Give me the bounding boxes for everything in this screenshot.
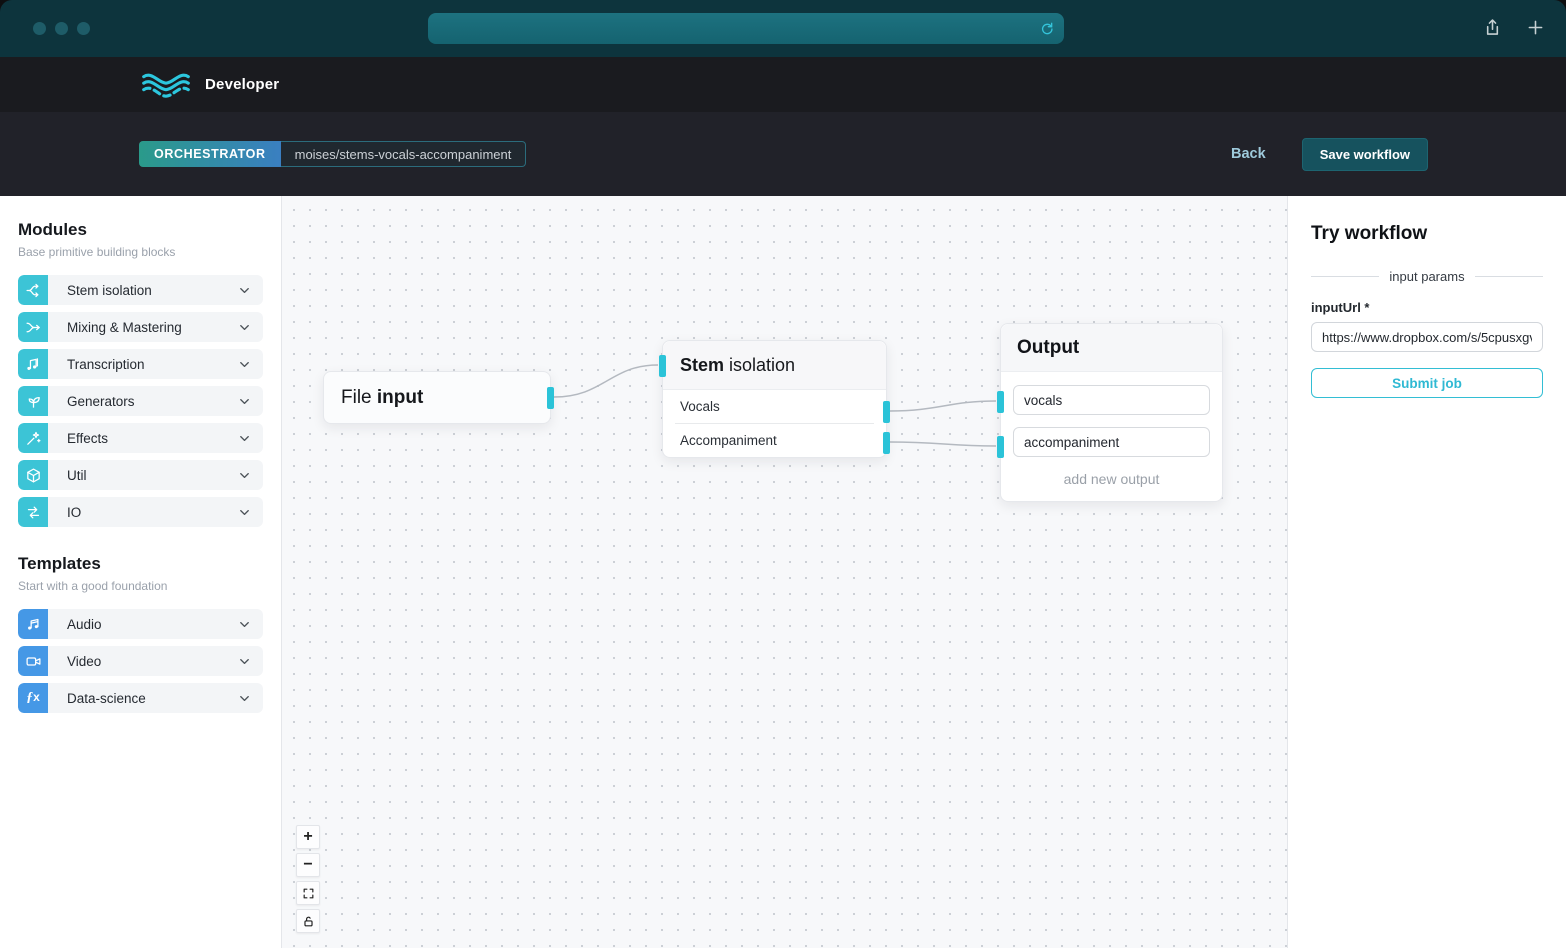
browser-window: Developer ORCHESTRATOR moises/stems-voca…: [0, 0, 1566, 948]
sidebar-item-effects[interactable]: Effects: [18, 423, 263, 453]
node-file-input[interactable]: File input: [323, 371, 551, 424]
orchestrator-badge: ORCHESTRATOR: [139, 141, 281, 167]
chevron-down-icon: [237, 320, 252, 335]
try-workflow-heading: Try workflow: [1311, 223, 1543, 245]
node-stem-isolation[interactable]: Stem isolation Vocals Accompaniment: [662, 340, 887, 458]
sidebar-item-data-science[interactable]: ƒx Data-science: [18, 683, 263, 713]
sidebar-item-mixing-mastering[interactable]: Mixing & Mastering: [18, 312, 263, 342]
function-icon: ƒx: [18, 683, 48, 713]
output-accompaniment-input-handle[interactable]: [997, 436, 1004, 458]
chevron-down-icon: [237, 505, 252, 520]
output-name-field-vocals[interactable]: [1013, 385, 1210, 415]
chevron-down-icon: [237, 468, 252, 483]
chevron-down-icon: [237, 394, 252, 409]
minimize-window-button[interactable]: [55, 22, 68, 35]
stem-accompaniment-output-handle[interactable]: [883, 432, 890, 454]
chevron-down-icon: [237, 283, 252, 298]
output-name-field-accompaniment[interactable]: [1013, 427, 1210, 457]
chevron-down-icon: [237, 431, 252, 446]
share-icon[interactable]: [1482, 17, 1503, 38]
moises-logo-icon: [140, 68, 192, 102]
refresh-icon[interactable]: [1039, 21, 1055, 37]
sidebar-item-stem-isolation[interactable]: Stem isolation: [18, 275, 263, 305]
inputurl-field[interactable]: [1311, 322, 1543, 352]
transfer-arrows-icon: [18, 497, 48, 527]
unlock-icon: [302, 915, 315, 928]
stem-vocals-output-handle[interactable]: [883, 401, 890, 423]
stem-output-vocals: Vocals: [663, 390, 886, 423]
sidebar-item-transcription[interactable]: Transcription: [18, 349, 263, 379]
workflow-canvas[interactable]: File input Stem isolation Vocals Accompa…: [282, 196, 1287, 948]
cube-icon: [18, 460, 48, 490]
sidebar-item-io[interactable]: IO: [18, 497, 263, 527]
stem-input-handle[interactable]: [659, 355, 666, 377]
music-note-icon: [18, 609, 48, 639]
chevron-down-icon: [237, 691, 252, 706]
workflow-chip: ORCHESTRATOR moises/stems-vocals-accompa…: [139, 141, 526, 167]
chevron-down-icon: [237, 617, 252, 632]
output-vocals-input-handle[interactable]: [997, 391, 1004, 413]
templates-heading: Templates: [18, 554, 263, 574]
back-link[interactable]: Back: [1231, 146, 1266, 162]
fit-view-button[interactable]: [296, 881, 320, 905]
inputurl-label: inputUrl *: [1311, 300, 1543, 315]
modules-sidebar: Modules Base primitive building blocks S…: [0, 196, 282, 948]
app-header: Developer: [0, 57, 1566, 112]
browser-chrome: [0, 0, 1566, 57]
chevron-down-icon: [237, 654, 252, 669]
sidebar-item-video[interactable]: Video: [18, 646, 263, 676]
workflow-edges: [282, 196, 1287, 948]
canvas-controls: + −: [296, 825, 320, 933]
merge-icon: [18, 312, 48, 342]
fit-view-icon: [302, 887, 315, 900]
close-window-button[interactable]: [33, 22, 46, 35]
workflow-name[interactable]: moises/stems-vocals-accompaniment: [281, 141, 527, 167]
node-file-input-title: File input: [341, 387, 423, 409]
add-new-output-button[interactable]: add new output: [1013, 469, 1210, 499]
modules-heading: Modules: [18, 220, 263, 240]
window-controls: [33, 22, 90, 35]
file-input-output-handle[interactable]: [547, 387, 554, 409]
workflow-toolbar: ORCHESTRATOR moises/stems-vocals-accompa…: [0, 112, 1566, 196]
node-output-title: Output: [1001, 324, 1222, 372]
sprout-icon: [18, 386, 48, 416]
templates-subtitle: Start with a good foundation: [18, 579, 263, 593]
address-bar[interactable]: [428, 13, 1064, 44]
input-params-divider: input params: [1311, 269, 1543, 284]
maximize-window-button[interactable]: [77, 22, 90, 35]
node-stem-isolation-title: Stem isolation: [663, 341, 886, 390]
modules-subtitle: Base primitive building blocks: [18, 245, 263, 259]
try-workflow-panel: Try workflow input params inputUrl * Sub…: [1287, 196, 1566, 948]
magic-wand-icon: [18, 423, 48, 453]
submit-job-button[interactable]: Submit job: [1311, 368, 1543, 398]
sidebar-item-audio[interactable]: Audio: [18, 609, 263, 639]
split-icon: [18, 275, 48, 305]
new-tab-icon[interactable]: [1525, 17, 1546, 38]
sidebar-item-util[interactable]: Util: [18, 460, 263, 490]
zoom-in-button[interactable]: +: [296, 825, 320, 849]
zoom-out-button[interactable]: −: [296, 853, 320, 877]
chevron-down-icon: [237, 357, 252, 372]
sidebar-item-generators[interactable]: Generators: [18, 386, 263, 416]
save-workflow-button[interactable]: Save workflow: [1302, 138, 1428, 171]
music-notes-icon: [18, 349, 48, 379]
input-params-label: input params: [1389, 269, 1464, 284]
app-title: Developer: [205, 76, 279, 93]
node-output[interactable]: Output add new output: [1000, 323, 1223, 502]
video-camera-icon: [18, 646, 48, 676]
stem-output-accompaniment: Accompaniment: [663, 424, 886, 457]
lock-button[interactable]: [296, 909, 320, 933]
